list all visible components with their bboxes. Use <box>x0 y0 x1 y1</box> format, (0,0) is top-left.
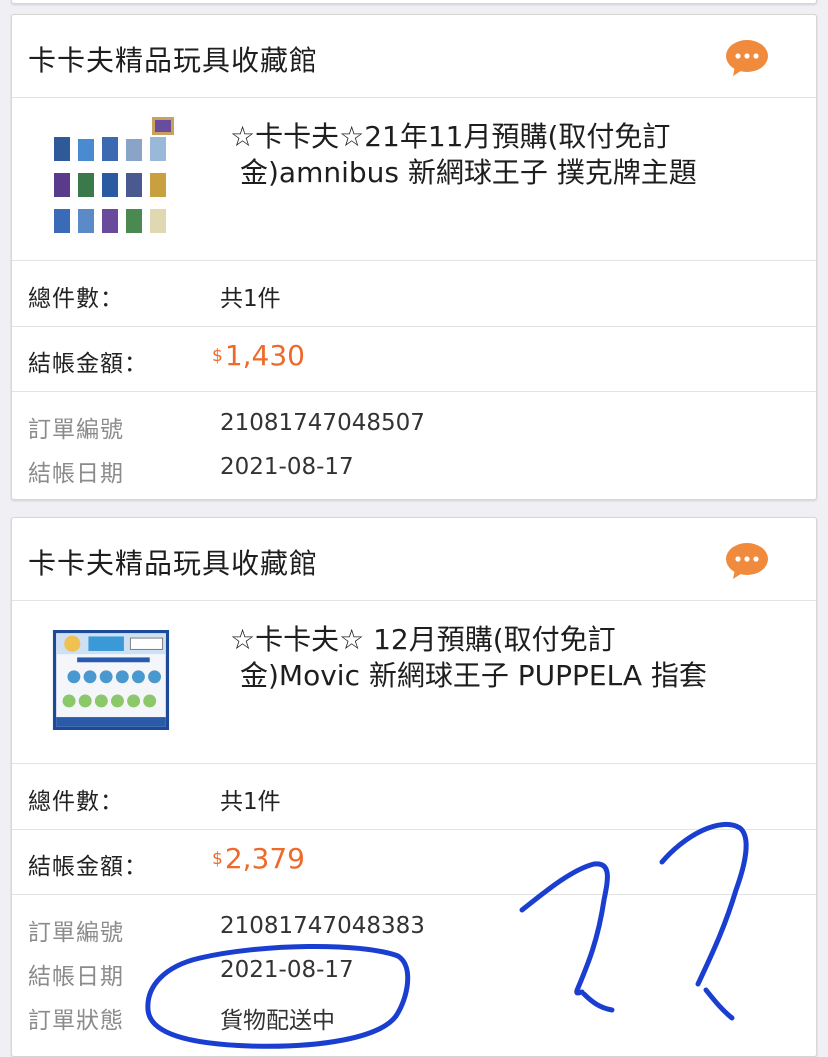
product-title[interactable]: ☆卡卡夫☆ 12月預購(取付免訂 金)Movic 新網球王子 PUPPELA 指… <box>230 622 790 694</box>
product-title[interactable]: ☆卡卡夫☆21年11月預購(取付免訂 金)amnibus 新網球王子 撲克牌主題 <box>230 119 790 191</box>
product-title-line2: 金)Movic 新網球王子 PUPPELA 指套 <box>240 659 707 692</box>
order-number-label: 訂單編號 <box>28 920 124 946</box>
product-thumbnail[interactable] <box>40 630 182 730</box>
total-value: 1,430 <box>224 339 305 372</box>
product-row[interactable]: ☆卡卡夫☆ 12月預購(取付免訂 金)Movic 新網球王子 PUPPELA 指… <box>12 600 816 764</box>
quantity-label: 總件數： <box>28 286 124 312</box>
product-title-line1: ☆卡卡夫☆ 12月預購(取付免訂 <box>230 623 616 656</box>
chat-bubble-icon[interactable] <box>726 542 768 580</box>
order-card[interactable]: 卡卡夫精品玩具收藏館 <box>11 517 817 1057</box>
shop-name[interactable]: 卡卡夫精品玩具收藏館 <box>28 39 318 79</box>
order-number-value: 21081747048507 <box>220 410 425 436</box>
total-label: 結帳金額： <box>28 854 148 880</box>
currency-symbol: $ <box>212 849 223 869</box>
chat-bubble-icon[interactable] <box>726 39 768 77</box>
order-status-value: 貨物配送中 <box>220 1008 335 1034</box>
order-number-label: 訂單編號 <box>28 417 124 443</box>
total-amount: $2,379 <box>212 842 305 875</box>
previous-order-card-edge <box>11 0 817 4</box>
checkout-date-row: 結帳日期 2021-08-17 <box>12 447 816 491</box>
quantity-row: 總件數： 共1件 <box>12 260 816 327</box>
total-amount: $1,430 <box>212 339 305 372</box>
order-card[interactable]: 卡卡夫精品玩具收藏館 <box>11 14 817 500</box>
order-status-label: 訂單狀態 <box>28 1008 124 1034</box>
total-value: 2,379 <box>224 842 305 875</box>
order-number-row: 訂單編號 21081747048383 <box>12 906 816 950</box>
quantity-label: 總件數： <box>28 789 124 815</box>
quantity-value: 共1件 <box>220 286 281 312</box>
quantity-value: 共1件 <box>220 789 281 815</box>
order-number-row: 訂單編號 21081747048507 <box>12 403 816 447</box>
product-title-line1: ☆卡卡夫☆21年11月預購(取付免訂 <box>230 120 671 153</box>
checkout-date-label: 結帳日期 <box>28 461 124 487</box>
quantity-row: 總件數： 共1件 <box>12 763 816 830</box>
total-label: 結帳金額： <box>28 351 148 377</box>
currency-symbol: $ <box>212 346 223 366</box>
order-status-row: 訂單狀態 貨物配送中 <box>12 994 816 1038</box>
shop-header[interactable]: 卡卡夫精品玩具收藏館 <box>12 15 816 98</box>
order-number-value: 21081747048383 <box>220 913 425 939</box>
shop-name[interactable]: 卡卡夫精品玩具收藏館 <box>28 542 318 582</box>
product-thumbnail[interactable] <box>40 117 184 241</box>
total-row: 結帳金額： $1,430 <box>12 326 816 392</box>
shop-header[interactable]: 卡卡夫精品玩具收藏館 <box>12 518 816 601</box>
checkout-date-row: 結帳日期 2021-08-17 <box>12 950 816 994</box>
product-row[interactable]: ☆卡卡夫☆21年11月預購(取付免訂 金)amnibus 新網球王子 撲克牌主題 <box>12 97 816 261</box>
total-row: 結帳金額： $2,379 <box>12 829 816 895</box>
checkout-date-value: 2021-08-17 <box>220 957 354 983</box>
checkout-date-value: 2021-08-17 <box>220 454 354 480</box>
checkout-date-label: 結帳日期 <box>28 964 124 990</box>
product-title-line2: 金)amnibus 新網球王子 撲克牌主題 <box>240 156 697 189</box>
